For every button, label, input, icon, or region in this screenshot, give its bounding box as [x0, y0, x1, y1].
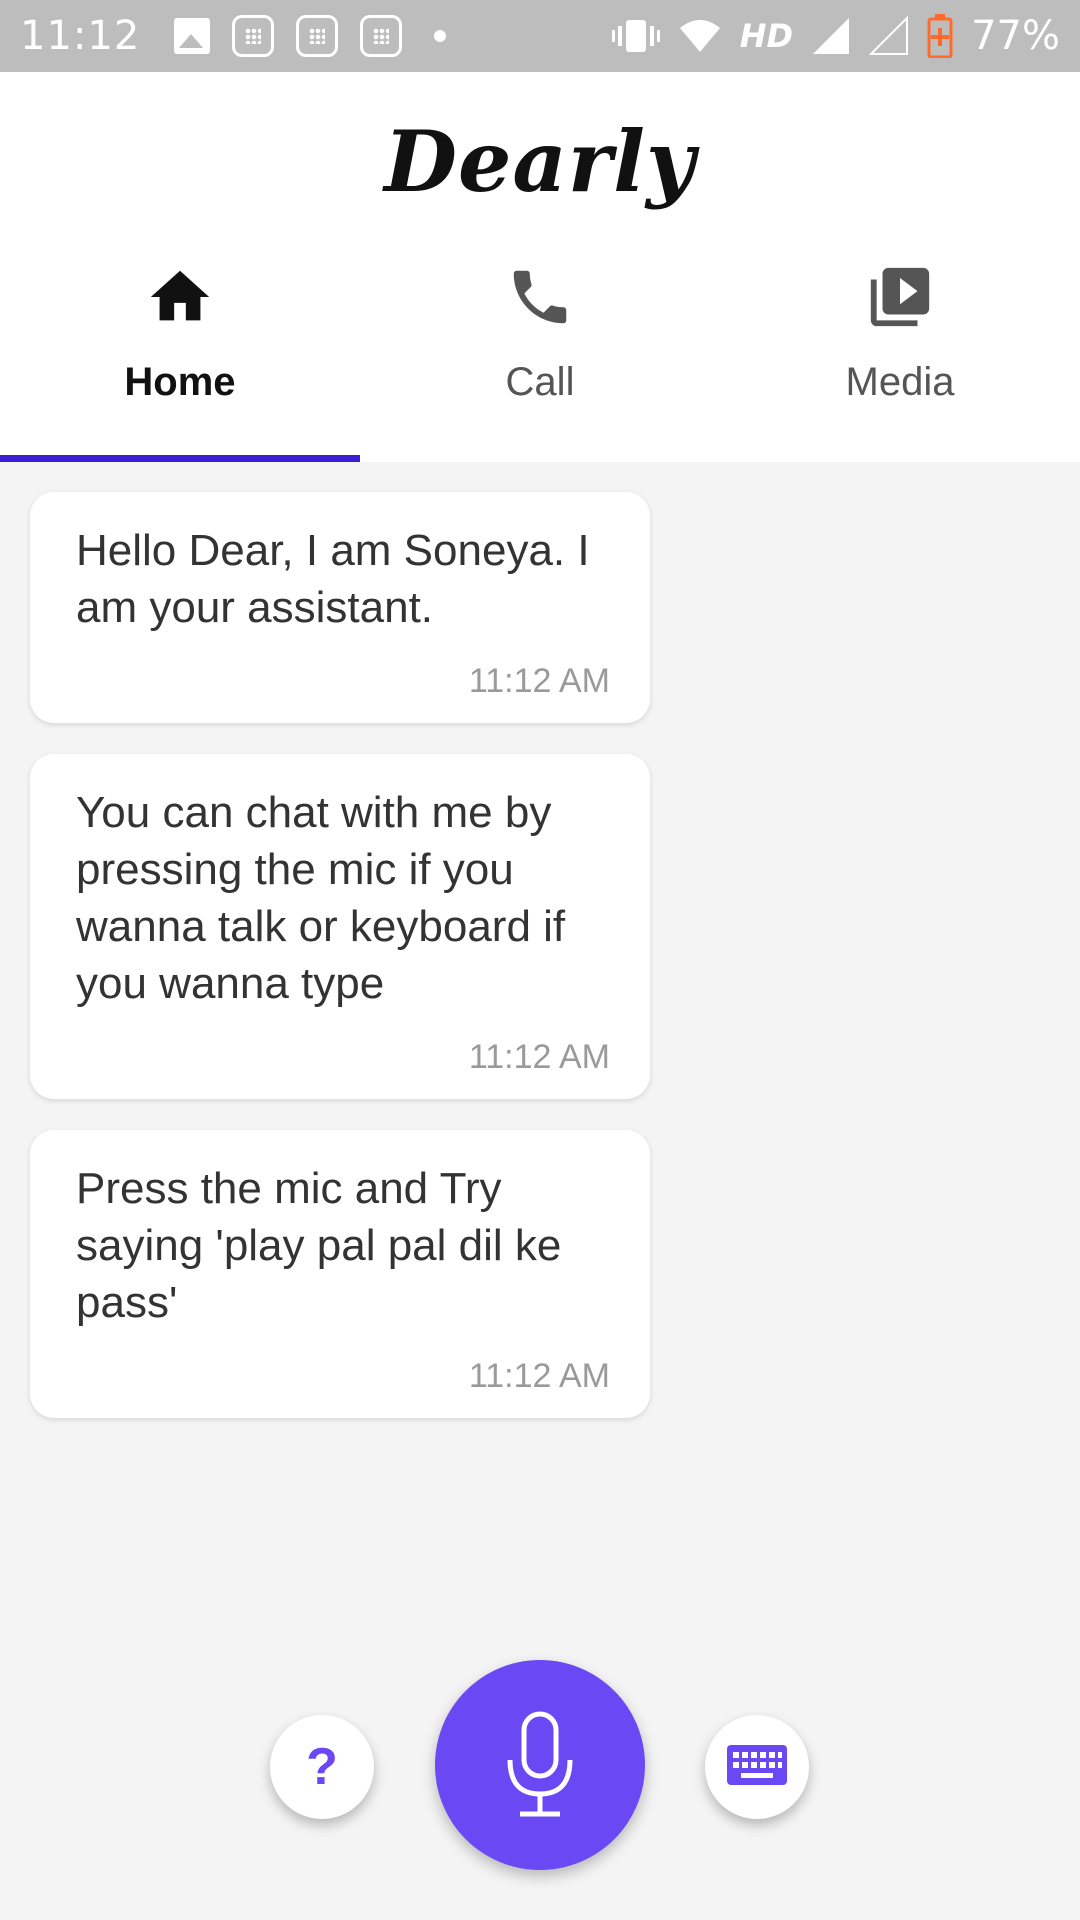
tab-media[interactable]: Media	[720, 262, 1080, 462]
tab-call[interactable]: Call	[360, 262, 720, 462]
keyboard-button[interactable]	[705, 1715, 809, 1819]
app-notification-icon	[296, 15, 339, 57]
action-bar: ?	[0, 1660, 1080, 1870]
app-header: Dearly Home Call Media	[0, 72, 1080, 462]
app-notification-icon	[360, 15, 403, 57]
keyboard-icon	[727, 1745, 787, 1785]
message-bubble: Press the mic and Try saying 'play pal p…	[30, 1130, 650, 1418]
help-button[interactable]: ?	[270, 1715, 374, 1819]
network-type-label: HD	[739, 17, 794, 55]
wifi-icon	[679, 20, 720, 52]
message-time: 11:12 AM	[468, 1038, 610, 1076]
more-notifications-icon	[434, 30, 447, 42]
video-library-icon	[870, 267, 930, 327]
message-text: Press the mic and Try saying 'play pal p…	[76, 1164, 562, 1327]
tab-media-label: Media	[845, 360, 955, 404]
image-notification-icon	[174, 18, 211, 54]
active-tab-indicator	[0, 455, 360, 462]
tab-call-label: Call	[505, 360, 575, 404]
microphone-icon	[507, 1711, 573, 1817]
message-list: Hello Dear, I am Soneya. I am your assis…	[30, 492, 650, 1449]
status-bar: 11:12 HD 77%	[0, 0, 1080, 72]
battery-charging-icon	[927, 14, 953, 58]
battery-percent: 77%	[971, 13, 1060, 59]
tab-bar: Home Call Media	[0, 262, 1080, 462]
signal-empty-icon	[869, 16, 909, 55]
help-icon: ?	[306, 1738, 338, 1796]
message-time: 11:12 AM	[468, 662, 610, 700]
phone-icon	[513, 270, 567, 324]
mic-button[interactable]	[435, 1660, 645, 1870]
home-icon	[150, 270, 210, 321]
app-notification-icon	[232, 15, 275, 57]
tab-home-label: Home	[124, 360, 236, 404]
app-logo: Dearly	[384, 112, 696, 211]
message-bubble: You can chat with me by pressing the mic…	[30, 754, 650, 1099]
tab-home[interactable]: Home	[0, 262, 360, 462]
message-text: You can chat with me by pressing the mic…	[76, 788, 566, 1008]
message-text: Hello Dear, I am Soneya. I am your assis…	[76, 526, 590, 632]
status-time: 11:12	[20, 13, 141, 59]
vibrate-icon	[611, 20, 660, 52]
signal-icon	[813, 18, 850, 54]
message-bubble: Hello Dear, I am Soneya. I am your assis…	[30, 492, 650, 723]
message-time: 11:12 AM	[468, 1357, 610, 1395]
status-indicators: HD 77%	[611, 13, 1060, 59]
